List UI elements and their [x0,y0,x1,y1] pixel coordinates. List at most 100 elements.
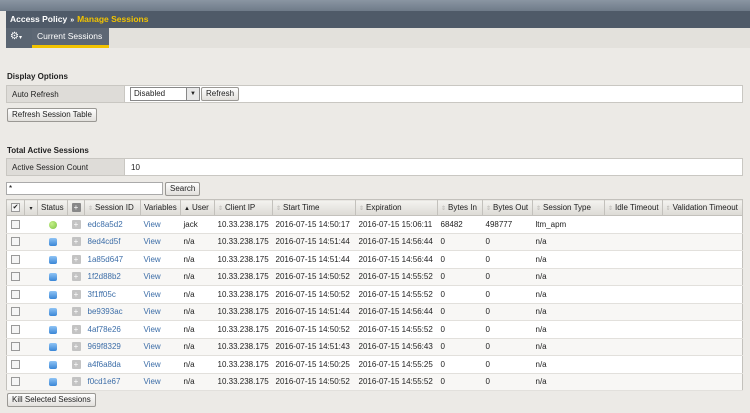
row-checkbox[interactable] [6,320,25,339]
kill-selected-sessions-button[interactable]: Kill Selected Sessions [7,393,96,407]
row-checkbox[interactable] [6,285,25,304]
refresh-button[interactable]: Refresh [201,87,240,101]
idle-timeout-cell [604,215,663,234]
view-variables-link[interactable]: View [144,220,161,229]
session-id-link[interactable]: be9393ac [88,307,123,316]
col-user[interactable]: ▲ User [180,199,215,216]
col-start-time[interactable]: ⇕ Start Time [272,199,356,216]
session-id-link[interactable]: 1a85d647 [88,255,124,264]
auto-refresh-select[interactable]: Disabled ▼ [130,87,200,101]
empty-cell [24,250,38,269]
col-bytes-in[interactable]: ⇕ Bytes In [437,199,483,216]
validation-timeout-cell [662,233,743,251]
session-id-link[interactable]: edc8a5d2 [88,220,123,229]
col-client-ip[interactable]: ⇕ Client IP [214,199,273,216]
client-ip-cell: 10.33.238.175 [214,268,273,286]
col-status[interactable]: Status [37,199,68,216]
column-menu-button[interactable]: ▾ [24,199,38,216]
expand-row-button[interactable]: + [67,303,85,321]
validation-timeout-cell [662,355,743,374]
expand-row-button[interactable]: + [67,373,85,391]
user-cell: n/a [180,355,215,374]
expand-all-button[interactable]: + [67,199,85,216]
row-checkbox[interactable] [6,373,25,391]
expand-row-button[interactable]: + [67,320,85,339]
session-type-cell: n/a [532,285,605,304]
validation-timeout-cell [662,268,743,286]
status-cell [37,320,68,339]
start-time-cell: 2016-07-15 14:50:17 [272,215,356,234]
view-variables-link[interactable]: View [144,307,161,316]
row-checkbox[interactable] [6,338,25,356]
idle-timeout-cell [604,250,663,269]
user-cell: jack [180,215,215,234]
active-session-count-label: Active Session Count [7,159,125,175]
bytes-in-cell: 0 [437,285,483,304]
view-variables-link[interactable]: View [144,377,161,386]
tab-current-sessions[interactable]: Current Sessions [32,28,109,48]
session-id-link[interactable]: a4f6a8da [88,360,121,369]
session-type-cell: n/a [532,355,605,374]
expand-row-button[interactable]: + [67,355,85,374]
expand-row-button[interactable]: + [67,285,85,304]
expand-row-button[interactable]: + [67,250,85,269]
select-all-checkbox[interactable]: ✔ [6,199,25,216]
auto-refresh-value: Disabled [134,89,166,98]
row-checkbox[interactable] [6,303,25,321]
row-checkbox[interactable] [6,233,25,251]
status-pending-icon [48,343,57,352]
status-pending-icon [48,255,57,264]
expand-row-button[interactable]: + [67,268,85,286]
view-variables-link[interactable]: View [144,237,161,246]
table-row: + edc8a5d2 View jack 10.33.238.175 2016-07-15… [6,215,743,234]
sort-icon: ⇕ [486,206,492,212]
validation-timeout-cell [662,303,743,321]
row-checkbox[interactable] [6,355,25,374]
col-validation-timeout[interactable]: ⇕ Validation Timeout [662,199,744,216]
row-checkbox[interactable] [6,268,25,286]
col-session-id[interactable]: ⇕ Session ID [84,199,141,216]
view-variables-link[interactable]: View [144,290,161,299]
auto-refresh-row: Auto Refresh Disabled ▼ Refresh [6,85,743,103]
row-checkbox[interactable] [6,250,25,269]
table-row: +8ed4cd5f View n/a 10.33.238.175 2016-07-15 … [6,233,743,251]
breadcrumb-parent[interactable]: Access Policy [10,14,67,24]
table-header: ✔ ▾ Status + ⇕ Session ID Variables ▲ User… [6,199,744,216]
expand-row-button[interactable]: + [67,215,85,234]
col-bytes-out[interactable]: ⇕ Bytes Out [482,199,533,216]
col-expiration[interactable]: ⇕ Expiration [355,199,438,216]
session-id-link[interactable]: f0cd1e67 [88,377,121,386]
view-variables-link[interactable]: View [144,360,161,369]
plus-icon: + [71,254,81,264]
sort-asc-icon: ▲ [184,206,190,212]
search-input[interactable] [6,182,163,195]
plus-icon: + [71,377,81,387]
sort-icon: ⇕ [88,206,94,212]
session-id-link[interactable]: 3f1ff05c [88,290,116,299]
view-variables-link[interactable]: View [144,325,161,334]
expand-row-button[interactable]: + [67,338,85,356]
col-session-type[interactable]: ⇕ Session Type [532,199,605,216]
view-variables-link[interactable]: View [144,255,161,264]
session-id-link[interactable]: 969f8329 [88,342,121,351]
empty-cell [24,268,38,286]
table-row: +969f8329 View n/a 10.33.238.175 2016-07-15 … [6,338,743,356]
search-button[interactable]: Search [165,182,201,196]
gear-menu-button[interactable]: ⚙▾ [6,28,32,48]
active-session-count-row: Active Session Count 10 [6,158,743,176]
refresh-session-table-button[interactable]: Refresh Session Table [7,108,97,122]
view-variables-link[interactable]: View [144,342,161,351]
col-idle-timeout[interactable]: ⇕ Idle Timeout [604,199,663,216]
session-id-link[interactable]: 1f2d88b2 [88,272,121,281]
expand-row-button[interactable]: + [67,233,85,251]
table-row: +1f2d88b2 View n/a 10.33.238.175 2016-07-15 … [6,268,743,286]
plus-icon: + [71,289,81,299]
view-variables-link[interactable]: View [144,272,161,281]
session-id-link[interactable]: 8ed4cd5f [88,237,121,246]
row-checkbox[interactable] [6,215,25,234]
session-id-link[interactable]: 4af78e26 [88,325,121,334]
status-cell [37,373,68,391]
empty-cell [24,320,38,339]
status-cell [37,233,68,251]
user-cell: n/a [180,373,215,391]
